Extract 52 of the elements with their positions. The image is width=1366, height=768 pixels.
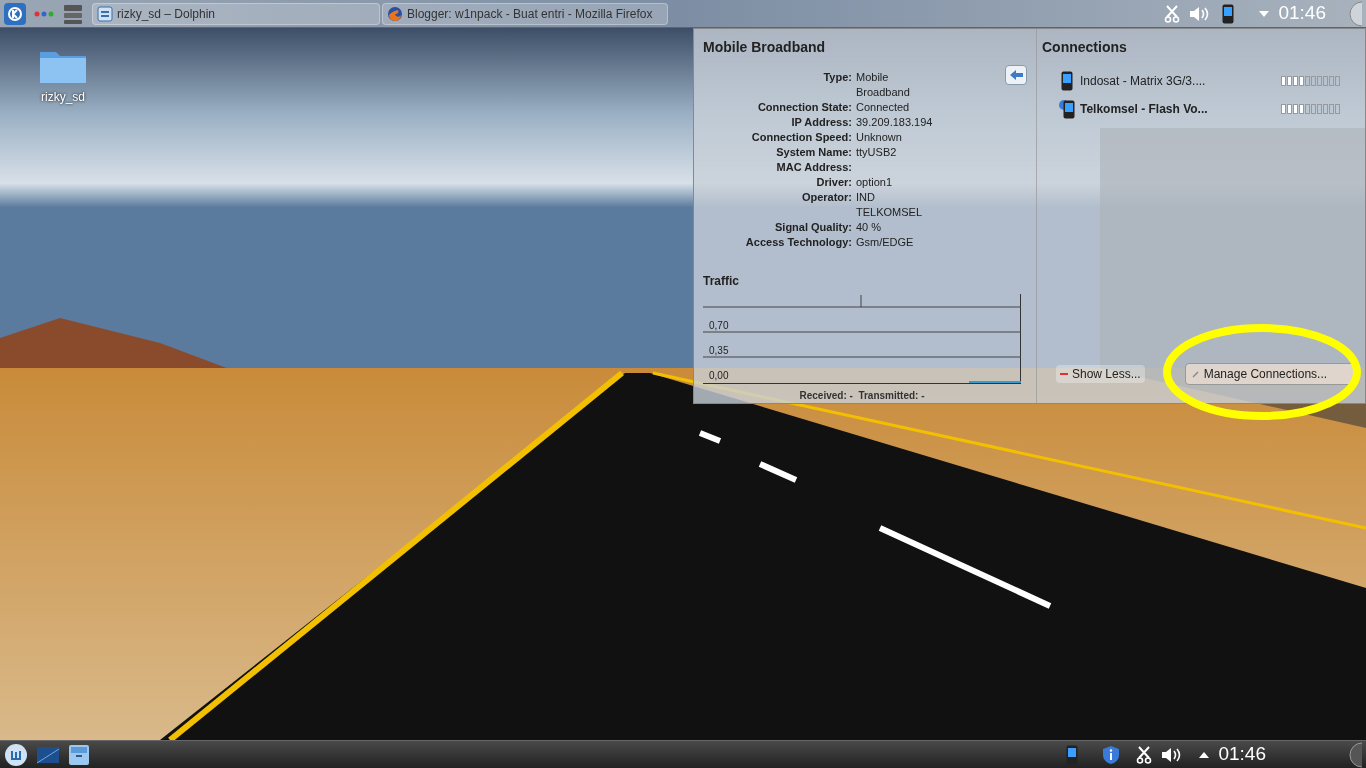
field-value: option1 bbox=[856, 175, 894, 190]
section-title: Traffic bbox=[703, 273, 740, 290]
field-value: IND TELKOMSEL bbox=[856, 190, 924, 220]
show-less-button[interactable]: Show Less... bbox=[1056, 365, 1145, 383]
axis-label: 0,00 bbox=[709, 369, 729, 383]
traffic-line bbox=[969, 381, 1021, 383]
taskbar-button[interactable]: rizky_sd – Dolphin bbox=[92, 2, 380, 25]
field-label: Connection Speed: bbox=[750, 130, 852, 145]
connection-name: Telkomsel - Flash Vo... bbox=[1080, 101, 1208, 118]
field-value: Mobile Broadband bbox=[856, 70, 911, 100]
back-button[interactable] bbox=[1005, 65, 1027, 85]
volume-icon[interactable] bbox=[1160, 745, 1183, 764]
field-value: 39.209.183.194 bbox=[856, 115, 934, 130]
field-label: Connection State: bbox=[756, 100, 852, 115]
phone-icon bbox=[1058, 99, 1076, 119]
desktop-icon[interactable] bbox=[36, 744, 60, 765]
clock[interactable]: 01:46 bbox=[1218, 740, 1266, 768]
globe-icon bbox=[387, 5, 403, 22]
field-label: Signal Quality: bbox=[774, 220, 852, 235]
axis-label: 0,35 bbox=[709, 344, 729, 358]
file-manager-icon[interactable] bbox=[68, 743, 90, 766]
minus-icon bbox=[1060, 373, 1068, 375]
field-value: Unknown bbox=[856, 130, 903, 145]
traffic-summary: Received: - Transmitted: - bbox=[798, 389, 926, 403]
field-label: System Name: bbox=[775, 145, 852, 160]
connection-item[interactable]: Telkomsel - Flash Vo... bbox=[1042, 98, 1360, 120]
shield-icon[interactable] bbox=[1102, 744, 1121, 765]
folder-icon bbox=[97, 5, 113, 22]
connection-item[interactable]: Indosat - Matrix 3G/3.... bbox=[1042, 70, 1360, 92]
field-value: Gsm/EDGE bbox=[856, 235, 915, 250]
section-title: Connections bbox=[1042, 38, 1128, 57]
phone-icon[interactable] bbox=[1066, 744, 1079, 765]
section-title: Mobile Broadband bbox=[703, 38, 827, 57]
field-value: ttyUSB2 bbox=[856, 145, 898, 160]
stack-icon[interactable] bbox=[62, 2, 84, 25]
field-value: 40 % bbox=[856, 220, 883, 235]
phone-icon bbox=[1061, 71, 1073, 91]
field-label: Operator: bbox=[800, 190, 852, 205]
field-label: Access Technology: bbox=[744, 235, 852, 250]
connection-name: Indosat - Matrix 3G/3.... bbox=[1080, 73, 1206, 90]
field-label: Type: bbox=[822, 70, 852, 85]
field-label: IP Address: bbox=[790, 115, 852, 130]
field-value: Connected bbox=[856, 100, 911, 115]
field-label: MAC Address: bbox=[775, 160, 852, 175]
arrow-icon bbox=[1009, 70, 1023, 80]
launcher-icon[interactable] bbox=[4, 742, 28, 767]
taskbar-button[interactable]: Blogger: w1npack - Buat entri - Mozilla Firefox bbox=[382, 2, 668, 25]
field-label: Driver: bbox=[815, 175, 852, 190]
expand-arrow-icon[interactable] bbox=[1198, 750, 1211, 759]
phone-icon[interactable] bbox=[1222, 3, 1235, 24]
axis-label: 0,70 bbox=[709, 319, 729, 333]
scissors-icon[interactable] bbox=[1136, 745, 1153, 764]
